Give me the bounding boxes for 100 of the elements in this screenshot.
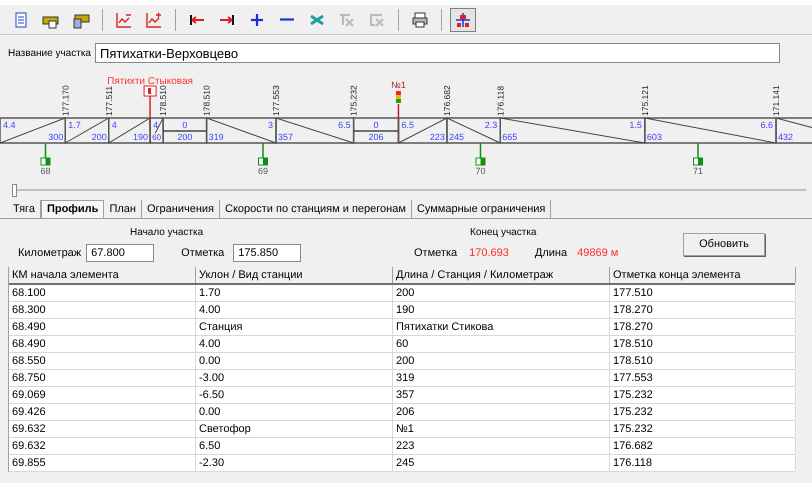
elevation-label: 176.118 (495, 86, 506, 116)
km-post-icon (40, 143, 50, 166)
section-name-field[interactable]: Пятихатки-Верховцево (94, 43, 780, 63)
table-cell: 68.750 (9, 370, 196, 386)
table-cell: 177.553 (610, 370, 796, 386)
elevation-label: 177.170 (60, 85, 70, 116)
length-label: 300 (48, 132, 64, 142)
km-post-label: 69 (258, 166, 268, 176)
elevation-label: 178.510 (158, 85, 168, 116)
slope-label: 1.5 (629, 120, 642, 130)
table-cell: 178.270 (610, 319, 796, 335)
table-cell: 177.510 (610, 285, 796, 301)
slope-label: 1.7 (68, 120, 81, 130)
length-label: 357 (278, 132, 294, 142)
tab[interactable]: Скорости по станциям и перегонам (220, 200, 412, 218)
km-field[interactable]: 67.800 (86, 244, 154, 262)
slope-label: 0 (182, 120, 188, 130)
column-header[interactable]: Отметка конца элемента (610, 267, 796, 283)
table-cell: 69.426 (9, 404, 196, 420)
end-elevation-label: Отметка (414, 246, 458, 261)
elevation-label: 178.510 (202, 85, 212, 116)
table-cell: 1.70 (196, 285, 393, 301)
slope-label: 4.4 (3, 120, 16, 130)
km-post-icon (693, 143, 703, 166)
toolbar-button[interactable] (450, 8, 476, 32)
slope-label: 4 (112, 120, 117, 130)
length-label: 200 (177, 132, 192, 142)
table-cell: 6.50 (196, 438, 393, 454)
table-cell: 178.510 (610, 353, 796, 369)
column-header[interactable]: Длина / Станция / Километраж (393, 267, 610, 283)
table-cell: 178.510 (610, 336, 796, 352)
scrollbar-thumb[interactable] (12, 184, 17, 197)
elevation-label: 175.232 (348, 85, 359, 116)
length-label: 60 (152, 133, 162, 142)
km-post-label: 68 (40, 166, 50, 176)
slope-label: 6.5 (338, 120, 351, 130)
table-cell: 175.232 (610, 421, 796, 437)
length-label: 200 (92, 132, 107, 142)
table-cell: Станция (196, 319, 393, 335)
column-header[interactable]: КМ начала элемента (9, 267, 196, 283)
table-cell: 176.682 (610, 438, 796, 454)
elevation-field[interactable]: 175.850 (233, 244, 302, 262)
length-value: 49869 м (577, 246, 618, 261)
slope-label: 0 (374, 120, 379, 130)
table-cell: 60 (393, 336, 610, 352)
slope-label: 6.5 (401, 120, 414, 130)
table-cell: 68.550 (9, 353, 196, 369)
table-cell: 4.00 (196, 302, 393, 318)
table-cell: 190 (393, 302, 610, 318)
minus-icon (280, 18, 294, 21)
length-label: 603 (646, 132, 662, 142)
length-label: 432 (778, 132, 794, 142)
printer-icon (411, 10, 429, 28)
slope-label: 2.3 (484, 120, 498, 130)
km-post-label: 70 (476, 166, 486, 176)
table-cell: 0.00 (196, 353, 393, 369)
table-cell: 245 (393, 455, 610, 471)
length-label: 223 (430, 132, 445, 142)
km-post-icon (258, 143, 268, 166)
refresh-button[interactable]: Обновить (683, 233, 765, 256)
slope-label: 4 (153, 120, 158, 130)
length-label: 319 (208, 132, 224, 142)
table-cell: 68.490 (9, 336, 196, 352)
table-cell: 176.118 (610, 455, 796, 471)
slope-label: 3 (268, 120, 273, 130)
km-post-icon (476, 143, 486, 166)
chart-plus-icon (145, 10, 163, 28)
table-cell: 319 (393, 370, 610, 386)
length-caption: Длина (534, 246, 568, 261)
table-cell: Светофор (196, 421, 393, 437)
start-title: Начало участка (130, 226, 204, 240)
table-cell: -2.30 (196, 455, 393, 471)
slope-label: 6.6 (760, 120, 774, 130)
column-header[interactable]: Уклон / Вид станции (196, 267, 393, 283)
table-cell: 69.632 (9, 421, 196, 437)
elevation-label: 171.141 (771, 85, 782, 116)
table-cell: 68.300 (9, 302, 196, 318)
table-cell: 69.069 (9, 387, 196, 403)
length-label: 190 (133, 132, 148, 142)
tab[interactable]: Профиль (40, 200, 104, 218)
tab[interactable]: План (104, 200, 142, 218)
elevation-label: 177.511 (104, 86, 114, 116)
tab[interactable]: Ограничения (142, 200, 220, 218)
table-cell: №1 (393, 421, 610, 437)
tab[interactable]: Суммарные ограничения (412, 200, 552, 218)
length-label: 206 (368, 132, 384, 142)
elevation-label: 176.682 (442, 85, 452, 116)
table-cell: 206 (393, 404, 610, 420)
elevation-field-label: Отметка (181, 246, 224, 261)
table-cell: 223 (393, 438, 610, 454)
table-cell: 0.00 (196, 404, 393, 420)
table-cell: Пятихатки Стикова (393, 319, 610, 335)
table-cell: 68.490 (9, 319, 196, 335)
km-post-label: 71 (693, 166, 703, 176)
chart-minus-icon (115, 10, 133, 28)
table-cell: 4.00 (196, 336, 393, 352)
network-icon (454, 10, 472, 28)
table-cell: 200 (393, 353, 610, 369)
length-label: 665 (502, 132, 518, 142)
table-cell: 357 (393, 387, 610, 403)
